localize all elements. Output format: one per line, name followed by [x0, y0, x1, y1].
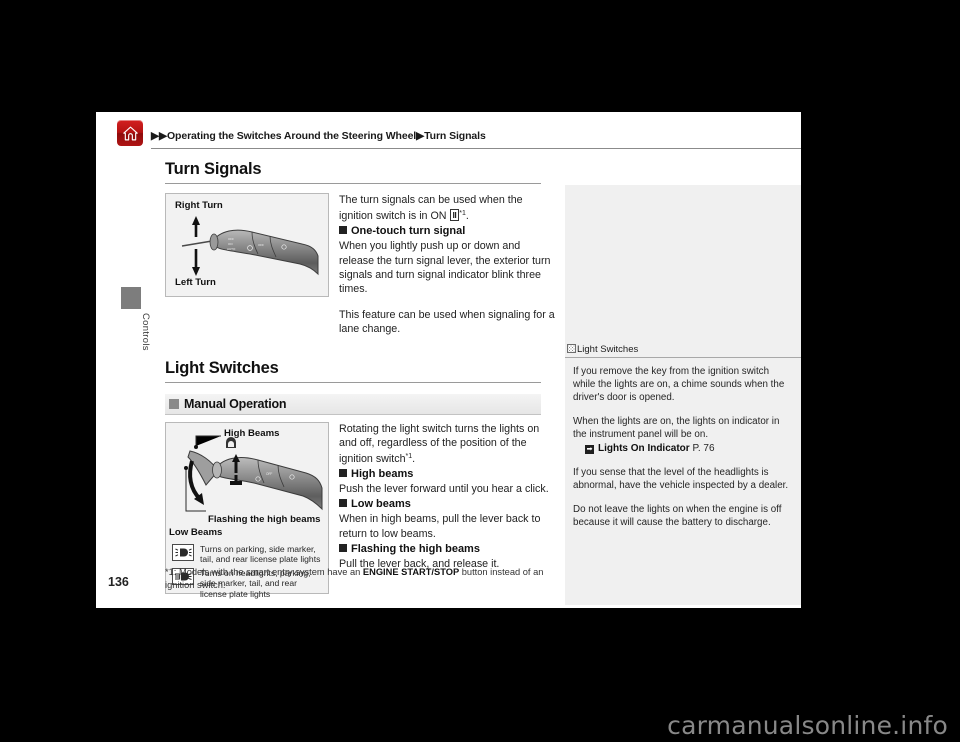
page-title: Turn Signals: [165, 160, 262, 178]
svg-text:OFF: OFF: [258, 243, 264, 247]
ignition-on-symbol: II: [449, 209, 460, 222]
breadcrumb[interactable]: ▶▶Operating the Switches Around the Stee…: [151, 130, 486, 142]
bullet-square-icon: [339, 226, 347, 235]
turn-signals-block: Right Turn Left Turn OFF OO AUTO OFF The…: [165, 193, 557, 337]
site-watermark: carmanualsonline.info: [667, 711, 948, 740]
right-letterbox: [801, 0, 960, 700]
section-marker-icon: [169, 398, 179, 409]
turn-signals-figure-column: Right Turn Left Turn OFF OO AUTO OFF: [165, 193, 329, 337]
svg-text:AUTO: AUTO: [227, 247, 236, 251]
svg-text:OFF: OFF: [228, 237, 234, 241]
bullet-square-icon: [339, 499, 347, 508]
manual-page: ▶▶Operating the Switches Around the Stee…: [96, 112, 801, 608]
page-footnote: *1: Models with the smart entry system h…: [165, 567, 544, 590]
left-letterbox: [0, 0, 96, 700]
side-note-heading: Light Switches: [565, 344, 801, 358]
xref-page: P. 76: [692, 443, 715, 454]
turn-signal-lever-figure: Right Turn Left Turn OFF OO AUTO OFF: [165, 193, 329, 297]
legend-row-parking-lights: Turns on parking, side marker, tail, and…: [172, 543, 324, 565]
bullet-square-icon: [339, 469, 347, 478]
subhead-high-beams: High beams: [339, 467, 557, 482]
section-title-light-switches: Light Switches: [165, 358, 279, 377]
light-switches-intro: Rotating the light switch turns the ligh…: [339, 422, 540, 466]
legend-text-parking-lights: Turns on parking, side marker, tail, and…: [200, 543, 321, 565]
light-switch-lever-drawing: OFF: [184, 435, 323, 512]
turn-signals-closing: This feature can be used when signaling …: [339, 309, 555, 336]
side-note-paragraph-1: If you remove the key from the ignition …: [573, 366, 785, 403]
parking-lights-icon: [172, 543, 194, 561]
home-icon: [122, 125, 139, 142]
footnote-bold-term: ENGINE START/STOP: [362, 567, 460, 577]
subsection-manual-operation: Manual Operation: [165, 393, 541, 415]
svg-text:OFF: OFF: [266, 472, 272, 476]
side-note-paragraph-3: If you sense that the level of the headl…: [573, 467, 789, 491]
arrow-jump-icon: ➡: [585, 445, 594, 454]
side-note-paragraph-2: When the lights are on, the lights on in…: [573, 416, 780, 440]
footnote-marker: *1: [459, 210, 466, 218]
subhead-flashing: Flashing the high beams: [339, 542, 557, 557]
high-beams-body: Push the lever forward until you hear a …: [339, 483, 549, 496]
turn-signals-intro: The turn signals can be used when the ig…: [339, 194, 523, 223]
home-button[interactable]: [117, 120, 143, 146]
hatched-square-icon: [567, 344, 576, 353]
turn-signals-text-column: The turn signals can be used when the ig…: [339, 193, 557, 337]
bullet-square-icon: [339, 543, 347, 552]
subhead-low-beams: Low beams: [339, 497, 557, 512]
page-viewport: ▶▶Operating the Switches Around the Stee…: [96, 112, 801, 608]
subhead-one-touch: One-touch turn signal: [339, 224, 557, 239]
content-column: Turn Signals Right Turn Left Turn OFF OO…: [165, 160, 557, 599]
light-switches-divider: [165, 381, 541, 383]
side-note-paragraph-4: Do not leave the lights on when the engi…: [573, 504, 782, 528]
turn-signal-lever-drawing: OFF OO AUTO OFF: [181, 216, 319, 276]
chapter-tab-label: Controls: [140, 313, 151, 351]
svg-text:OO: OO: [228, 242, 233, 246]
low-beams-body: When in high beams, pull the lever back …: [339, 513, 541, 540]
one-touch-body: When you lightly push up or down and rel…: [339, 240, 551, 296]
chapter-tab-marker: [121, 287, 141, 309]
side-note-panel: Light Switches If you remove the key fro…: [565, 185, 801, 605]
side-note-body: If you remove the key from the ignition …: [573, 365, 791, 529]
title-divider: [165, 183, 541, 184]
cross-reference-lights-on-indicator[interactable]: ➡ Lights On Indicator P. 76: [573, 442, 791, 455]
xref-label: Lights On Indicator: [598, 443, 690, 454]
page-number: 136: [108, 575, 129, 589]
header-divider: [151, 148, 801, 149]
